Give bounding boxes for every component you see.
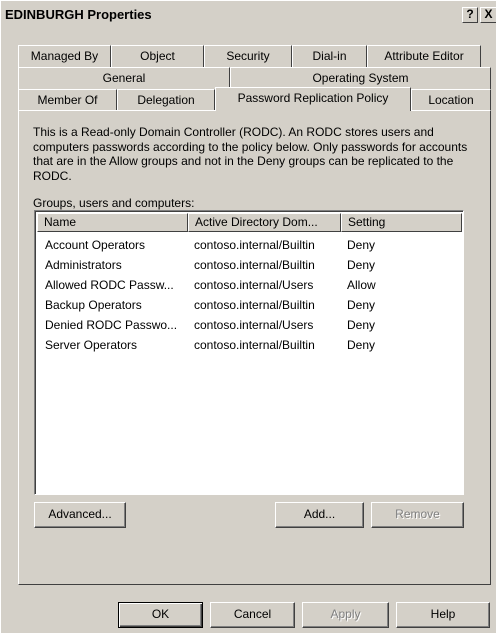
row-domain: contoso.internal/Builtin xyxy=(194,298,315,312)
advanced-button[interactable]: Advanced... xyxy=(34,502,126,528)
column-header-name[interactable]: Name xyxy=(37,213,188,232)
window-title: EDINBURGH Properties xyxy=(5,7,152,22)
table-row[interactable]: Account Operators contoso.internal/Built… xyxy=(37,235,462,255)
tab-security[interactable]: Security xyxy=(204,45,292,67)
tab-password-replication-policy[interactable]: Password Replication Policy xyxy=(215,87,411,111)
tab-dial-in[interactable]: Dial-in xyxy=(292,45,367,67)
column-header-domain[interactable]: Active Directory Dom... xyxy=(188,213,341,232)
tab-managed-by[interactable]: Managed By xyxy=(18,45,111,67)
accounts-list[interactable]: Name Active Directory Dom... Setting Acc… xyxy=(34,210,464,495)
row-domain: contoso.internal/Builtin xyxy=(194,258,315,272)
tab-delegation[interactable]: Delegation xyxy=(117,89,215,111)
close-icon[interactable]: X xyxy=(480,7,496,23)
tab-object[interactable]: Object xyxy=(111,45,204,67)
remove-button[interactable]: Remove xyxy=(371,502,464,528)
apply-button[interactable]: Apply xyxy=(302,602,389,628)
tab-general[interactable]: General xyxy=(18,67,230,89)
row-setting: Deny xyxy=(347,238,376,252)
row-name: Server Operators xyxy=(45,338,138,352)
row-setting: Deny xyxy=(347,258,376,272)
tab-member-of[interactable]: Member Of xyxy=(18,89,117,111)
row-name: Backup Operators xyxy=(45,298,142,312)
tab-operating-system[interactable]: Operating System xyxy=(230,67,491,89)
help-button[interactable]: Help xyxy=(396,602,490,628)
row-setting: Deny xyxy=(347,338,376,352)
table-row[interactable]: Administrators contoso.internal/Builtin … xyxy=(37,255,462,275)
table-row[interactable]: Server Operators contoso.internal/Builti… xyxy=(37,335,462,355)
column-header-setting[interactable]: Setting xyxy=(341,213,462,232)
row-domain: contoso.internal/Users xyxy=(194,278,314,292)
row-domain: contoso.internal/Builtin xyxy=(194,238,315,252)
table-row[interactable]: Allowed RODC Passw... contoso.internal/U… xyxy=(37,275,462,295)
row-domain: contoso.internal/Users xyxy=(194,318,314,332)
add-button[interactable]: Add... xyxy=(275,502,364,528)
table-row[interactable]: Denied RODC Passwo... contoso.internal/U… xyxy=(37,315,462,335)
tab-location[interactable]: Location xyxy=(411,89,491,111)
row-name: Denied RODC Passwo... xyxy=(45,318,178,332)
row-name: Allowed RODC Passw... xyxy=(45,278,174,292)
table-row[interactable]: Backup Operators contoso.internal/Builti… xyxy=(37,295,462,315)
title-bar[interactable]: EDINBURGH Properties ? X xyxy=(1,1,496,29)
properties-dialog: EDINBURGH Properties ? X Managed By Obje… xyxy=(0,0,496,633)
help-icon[interactable]: ? xyxy=(462,7,478,23)
row-domain: contoso.internal/Builtin xyxy=(194,338,315,352)
tab-attribute-editor[interactable]: Attribute Editor xyxy=(367,45,481,67)
row-setting: Deny xyxy=(347,298,376,312)
policy-description: This is a Read-only Domain Controller (R… xyxy=(33,125,468,183)
row-name: Account Operators xyxy=(45,238,146,252)
row-setting: Deny xyxy=(347,318,376,332)
cancel-button[interactable]: Cancel xyxy=(210,602,295,628)
list-label: Groups, users and computers: xyxy=(33,196,195,210)
row-name: Administrators xyxy=(45,258,122,272)
ok-button[interactable]: OK xyxy=(118,602,203,628)
row-setting: Allow xyxy=(347,278,376,292)
list-header: Name Active Directory Dom... Setting xyxy=(37,213,462,233)
